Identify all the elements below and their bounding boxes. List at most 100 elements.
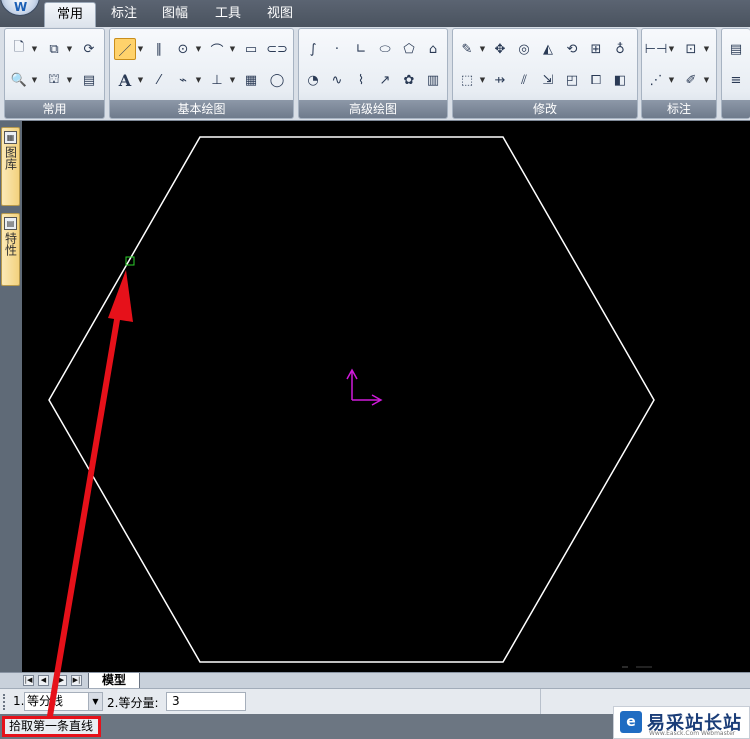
refresh-icon[interactable]: ⟳ [78, 38, 100, 60]
new-file-icon[interactable]: 🗋 [8, 38, 30, 60]
array-icon[interactable]: ⊞ [585, 38, 607, 60]
rectangle-icon[interactable]: ▭ [240, 38, 262, 60]
chevron-down-icon[interactable]: ▼ [66, 38, 73, 60]
side-tab-properties[interactable]: ▤ 特性 [1, 213, 20, 286]
tab-common[interactable]: 常用 [44, 2, 96, 27]
tab-model[interactable]: 模型 [88, 673, 140, 689]
tab-view[interactable]: 视图 [257, 2, 303, 27]
spline-icon[interactable]: ⌁ [172, 69, 194, 91]
cycloid-icon[interactable]: ◔ [302, 69, 324, 91]
command-prompt: 拾取第一条直线 [2, 716, 101, 737]
linetype-icon[interactable]: ≡ [725, 69, 747, 91]
fill-icon[interactable]: ◯ [266, 69, 288, 91]
last-layout-icon[interactable]: ▶| [71, 675, 82, 686]
scale-icon[interactable]: ⇲ [537, 69, 559, 91]
chevron-down-icon[interactable]: ▼ [229, 69, 236, 91]
coordinate-dim-icon[interactable]: ⋰ [645, 69, 667, 91]
side-tab-label: 特性 [3, 232, 18, 256]
side-panel: ▦ 图库 ▤ 特性 [0, 121, 22, 672]
chamfer-icon[interactable]: ◰ [561, 69, 583, 91]
ribbon-group-basic-draw: ／ ▼ ∥ ⊙ ▼ ⌒ ▼ ▭ ⊂⊃ A ▼ ⁄ ⌁ ▼ ⊥ ▼ ▦ ◯ 基本绘… [109, 28, 294, 119]
rotate-icon[interactable]: ⟲ [561, 38, 583, 60]
chevron-down-icon[interactable]: ▼ [703, 69, 710, 91]
explode-icon[interactable]: ◧ [609, 69, 631, 91]
tolerance-icon[interactable]: ⊡ [680, 38, 702, 60]
chevron-down-icon[interactable]: ▼ [668, 69, 675, 91]
divide-count-input[interactable]: 3 [166, 692, 246, 711]
ribbon-group-dimension: ⊢⊣ ▼ ⊡ ▼ ⋰ ▼ ✐ ▼ 标注 [641, 28, 717, 119]
properties-icon[interactable]: ▤ [78, 69, 100, 91]
fillet-icon[interactable]: ⧠ [585, 69, 607, 91]
chevron-down-icon[interactable]: ▼ [703, 38, 710, 60]
ribbon-group-label: 基本绘图 [110, 100, 293, 118]
layer-icon[interactable]: ⛫ [43, 69, 65, 91]
chevron-down-icon[interactable]: ▼ [66, 69, 73, 91]
dimension-icon[interactable]: ⊢⊣ [645, 38, 668, 60]
arc-icon[interactable]: ⌒ [206, 38, 228, 60]
gear-icon[interactable]: ✿ [398, 69, 420, 91]
wave-line-icon[interactable]: ∿ [326, 69, 348, 91]
option1-index: 1. [13, 694, 25, 708]
divide-mode-select[interactable]: 等分线 ▼ [24, 692, 103, 711]
polygon-icon[interactable]: ⬠ [398, 38, 420, 60]
text-icon[interactable]: A [114, 69, 136, 91]
tube-icon[interactable]: ▥ [422, 69, 444, 91]
ribbon-group-label: 常用 [5, 100, 104, 118]
parallel-line-icon[interactable]: ∥ [148, 38, 170, 60]
chevron-down-icon[interactable]: ▼ [195, 69, 202, 91]
prev-layout-icon[interactable]: ◀ [38, 675, 49, 686]
offset-icon[interactable]: ◎ [513, 38, 535, 60]
chevron-down-icon[interactable]: ▼ [137, 38, 144, 60]
chevron-down-icon[interactable]: ▼ [31, 69, 38, 91]
leader-icon[interactable]: ✐ [680, 69, 702, 91]
polyline-icon[interactable]: ∫ [302, 38, 324, 60]
tab-tools[interactable]: 工具 [205, 2, 251, 27]
stretch-icon[interactable]: ♁ [609, 38, 631, 60]
centerline-icon[interactable]: ⁄ [148, 69, 170, 91]
divide-count-label: 2.等分量: [107, 696, 159, 710]
line-icon[interactable]: ／ [114, 38, 136, 60]
break-icon[interactable]: ⫽ [513, 69, 535, 91]
chevron-down-icon[interactable]: ▼ [668, 38, 675, 60]
app-logo-button[interactable]: W [0, 0, 40, 16]
circle-icon[interactable]: ⊙ [172, 38, 194, 60]
menu-bar: W 常用 标注 图幅 工具 视图 [0, 0, 750, 27]
tab-frame[interactable]: 图幅 [152, 2, 198, 27]
layer-settings-icon[interactable]: ▤ [725, 38, 747, 60]
point-icon[interactable]: · [326, 38, 348, 60]
chevron-down-icon[interactable]: ▼ [88, 693, 102, 710]
first-layout-icon[interactable]: |◀ [23, 675, 34, 686]
centerline-circle-icon[interactable]: ⌂ [422, 38, 444, 60]
tab-dimension[interactable]: 标注 [101, 2, 147, 27]
drawing-svg [48, 136, 655, 668]
toolbar-grip[interactable] [3, 694, 6, 710]
extend-icon[interactable]: ⇸ [489, 69, 511, 91]
side-tab-library[interactable]: ▦ 图库 [1, 127, 20, 206]
hatch-icon[interactable]: ▦ [240, 69, 262, 91]
slot-icon[interactable]: ⊂⊃ [266, 38, 288, 60]
ribbon-group-properties: ▤ ≡ [721, 28, 750, 119]
chevron-down-icon[interactable]: ▼ [31, 38, 38, 60]
move-icon[interactable]: ✥ [489, 38, 511, 60]
next-layout-icon[interactable]: ▶ [56, 675, 67, 686]
chevron-down-icon[interactable]: ▼ [229, 38, 236, 60]
trim-icon[interactable]: ⬚ [456, 69, 478, 91]
ribbon-group-label: 修改 [453, 100, 637, 118]
break-line-icon[interactable]: ⌇ [350, 69, 372, 91]
arrow-icon[interactable]: ↗ [374, 69, 396, 91]
chevron-down-icon[interactable]: ▼ [479, 69, 486, 91]
ellipse-icon[interactable]: ⬭ [374, 38, 396, 60]
ribbon: 🗋 ▼ ⧉ ▼ ⟳ 🔍 ▼ ⛫ ▼ ▤ 常用 ／ ▼ ∥ ⊙ ▼ ⌒ ▼ ▭ ⊂… [0, 27, 750, 121]
mirror-icon[interactable]: ◭ [537, 38, 559, 60]
zoom-icon[interactable]: 🔍 [8, 69, 30, 91]
copy-icon[interactable]: ⧉ [43, 38, 65, 60]
chevron-down-icon[interactable]: ▼ [195, 38, 202, 60]
chevron-down-icon[interactable]: ▼ [479, 38, 486, 60]
angle-line-icon[interactable]: ∟ [350, 38, 372, 60]
chevron-down-icon[interactable]: ▼ [137, 69, 144, 91]
drawing-canvas[interactable] [22, 121, 750, 672]
ribbon-group-modify: ✎ ▼ ✥ ◎ ◭ ⟲ ⊞ ♁ ⬚ ▼ ⇸ ⫽ ⇲ ◰ ⧠ ◧ 修改 [452, 28, 638, 119]
ribbon-group-advanced-draw: ∫ · ∟ ⬭ ⬠ ⌂ ◔ ∿ ⌇ ↗ ✿ ▥ 高级绘图 [298, 28, 448, 119]
erase-icon[interactable]: ✎ [456, 38, 478, 60]
hole-icon[interactable]: ⊥ [206, 69, 228, 91]
